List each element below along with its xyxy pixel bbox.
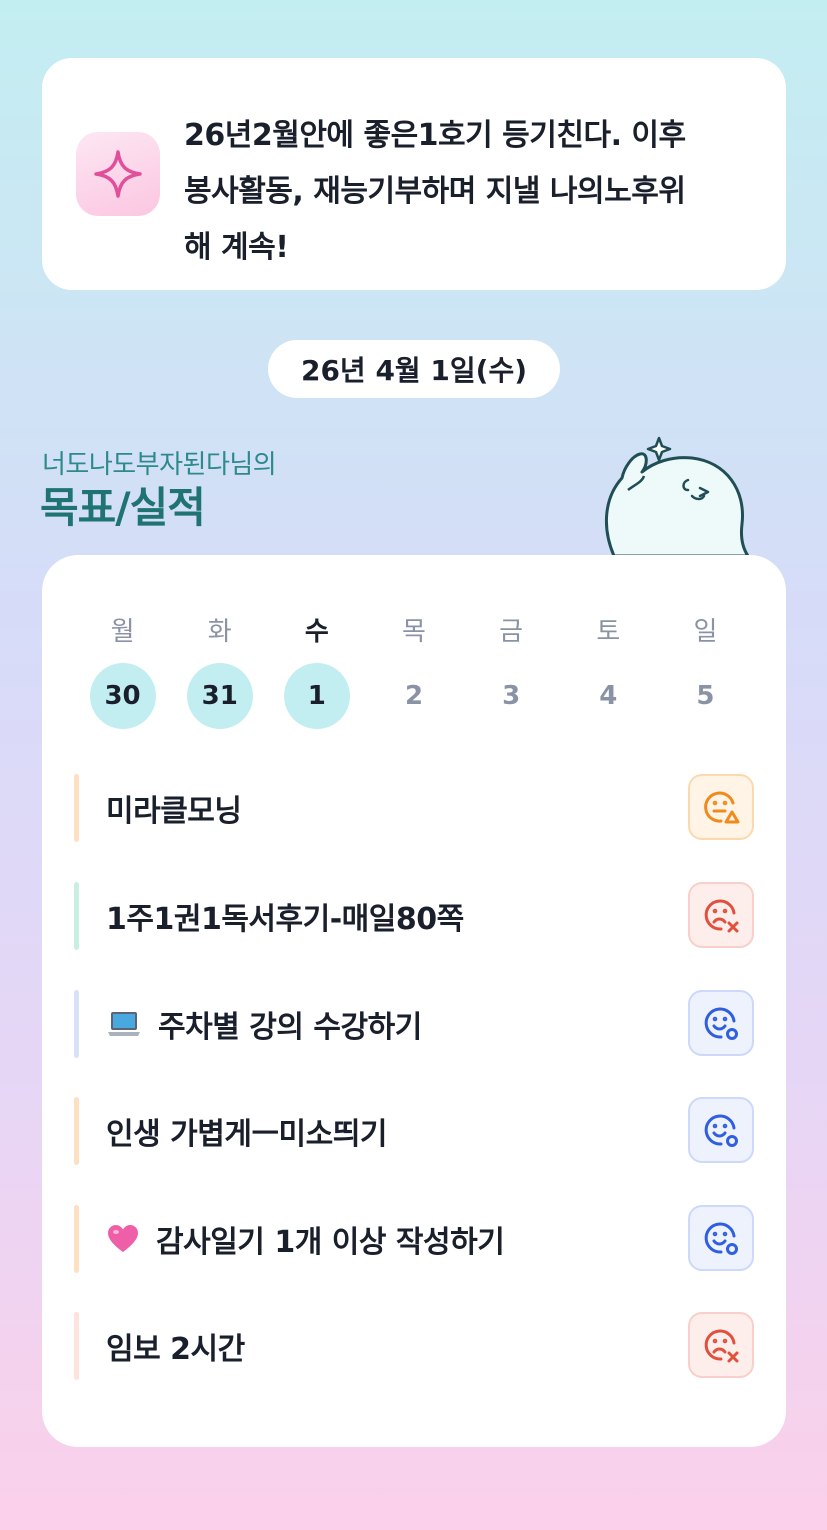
date-row: 30 31 1 2 3 4 5	[74, 663, 754, 729]
day-30[interactable]: 30	[74, 663, 171, 729]
day-2[interactable]: 2	[365, 663, 462, 729]
habit-accent-bar	[74, 882, 79, 950]
habit-label: 1주1권1독서후기-매일80쪽	[106, 882, 464, 950]
day-number: 2	[404, 681, 424, 711]
laptop-icon	[106, 1008, 142, 1040]
goal-line-1: 26년2월안에 좋은1호기 등기친다. 이후	[184, 118, 686, 153]
sparkle-icon	[76, 132, 160, 216]
habit-label: 미라클모닝	[106, 774, 242, 842]
weekday-label: 목	[402, 616, 426, 647]
goal-card: 26년2월안에 좋은1호기 등기친다. 이후 봉사활동, 재능기부하며 지낼 나…	[42, 58, 786, 290]
habit-label: 감사일기 1개 이상 작성하기	[106, 1205, 505, 1273]
habit-label: 주차별 강의 수강하기	[106, 990, 422, 1058]
goal-line-3: 해 계속!	[184, 230, 289, 265]
day-number: 30	[89, 663, 156, 729]
habit-accent-bar	[74, 1205, 79, 1273]
day-1-today[interactable]: 1	[268, 663, 365, 729]
habit-label-text: 감사일기 1개 이상 작성하기	[156, 1225, 505, 1260]
day-number: 31	[186, 663, 253, 729]
weekday-label-today: 수	[304, 616, 329, 647]
face-failed-icon[interactable]	[688, 1312, 754, 1378]
face-failed-icon[interactable]	[688, 882, 754, 948]
date-selector[interactable]: 26년 4월 1일(수)	[268, 340, 560, 398]
habit-label: 임보 2시간	[106, 1312, 245, 1380]
day-5[interactable]: 5	[657, 663, 754, 729]
face-done-icon[interactable]	[688, 1097, 754, 1163]
weekday-label: 화	[207, 616, 232, 647]
habit-item[interactable]: 1주1권1독서후기-매일80쪽	[74, 882, 754, 950]
habit-label-text: 임보 2시간	[106, 1332, 245, 1367]
day-number: 4	[599, 681, 618, 711]
habit-item[interactable]: 감사일기 1개 이상 작성하기	[74, 1205, 754, 1273]
habit-label-text: 미라클모닝	[106, 794, 242, 829]
habit-item[interactable]: 주차별 강의 수강하기	[74, 990, 754, 1058]
habit-label-text: 주차별 강의 수강하기	[158, 1010, 422, 1045]
heart-icon	[106, 1223, 140, 1255]
weekday-label: 토	[596, 616, 621, 647]
habit-label-text: 인생 가볍게ㅡ미소띄기	[106, 1117, 387, 1152]
habit-label-text: 1주1권1독서후기-매일80쪽	[106, 902, 464, 937]
weekday-label: 월	[110, 616, 135, 647]
section-title: 목표/실적	[40, 483, 206, 532]
day-4[interactable]: 4	[560, 663, 657, 729]
habit-item[interactable]: 인생 가볍게ㅡ미소띄기	[74, 1097, 754, 1165]
habit-label: 인생 가볍게ㅡ미소띄기	[106, 1097, 387, 1165]
habit-item[interactable]: 임보 2시간	[74, 1312, 754, 1380]
face-warning-icon[interactable]	[688, 774, 754, 840]
mascot-icon	[604, 436, 750, 558]
face-done-icon[interactable]	[688, 990, 754, 1056]
habit-card: 월 화 수 목 금 토 일 30 31 1 2 3 4 5 미라클모닝 1주1권…	[42, 555, 786, 1447]
habit-accent-bar	[74, 1097, 79, 1165]
weekday-label: 금	[499, 616, 524, 647]
goal-text: 26년2월안에 좋은1호기 등기친다. 이후 봉사활동, 재능기부하며 지낼 나…	[184, 108, 764, 276]
day-number: 1	[283, 663, 350, 729]
weekday-label: 일	[693, 616, 718, 647]
day-3[interactable]: 3	[463, 663, 560, 729]
habit-item[interactable]: 미라클모닝	[74, 774, 754, 842]
day-31[interactable]: 31	[171, 663, 268, 729]
habit-accent-bar	[74, 774, 79, 842]
weekday-row: 월 화 수 목 금 토 일	[74, 611, 754, 647]
habit-accent-bar	[74, 990, 79, 1058]
day-number: 5	[696, 681, 715, 711]
goal-line-2: 봉사활동, 재능기부하며 지낼 나의노후위	[184, 174, 686, 209]
habit-accent-bar	[74, 1312, 79, 1380]
day-number: 3	[502, 681, 521, 711]
face-done-icon[interactable]	[688, 1205, 754, 1271]
